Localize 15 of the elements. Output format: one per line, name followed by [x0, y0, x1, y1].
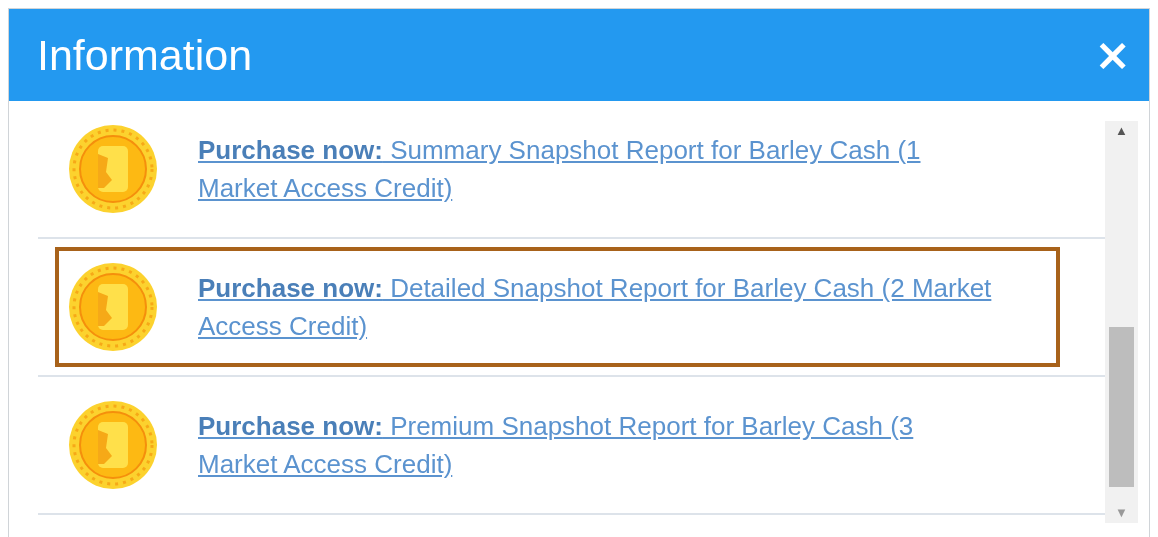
coin-icon: [68, 262, 158, 352]
scrollbar[interactable]: ▲ ▼: [1105, 121, 1138, 523]
purchase-link[interactable]: Purchase now: Detailed Snapshot Report for Barley Cash (2 Market Access Credit): [198, 269, 998, 345]
list-item[interactable]: Purchase now: Summary Snapshot Report for Barley Cash (1 Market Access Credit): [55, 109, 1060, 229]
close-button[interactable]: ×: [1090, 33, 1135, 77]
dialog-title: Information: [37, 30, 253, 80]
scroll-up-arrow[interactable]: ▲: [1115, 121, 1128, 141]
purchase-link[interactable]: Purchase now: Summary Snapshot Report for Barley Cash (1 Market Access Credit): [198, 131, 998, 207]
coin-icon: [68, 400, 158, 490]
coin-icon: [68, 124, 158, 214]
list-item[interactable]: Purchase now: Premium Snapshot Report for Barley Cash (3 Market Access Credit): [55, 385, 1060, 505]
scroll-down-arrow[interactable]: ▼: [1115, 503, 1128, 523]
list-item[interactable]: Purchase now: Detailed Snapshot Report for Barley Cash (2 Market Access Credit): [55, 247, 1060, 367]
scrollbar-thumb[interactable]: [1109, 327, 1134, 487]
purchase-link[interactable]: Purchase now: Premium Snapshot Report for Barley Cash (3 Market Access Credit): [198, 407, 998, 483]
